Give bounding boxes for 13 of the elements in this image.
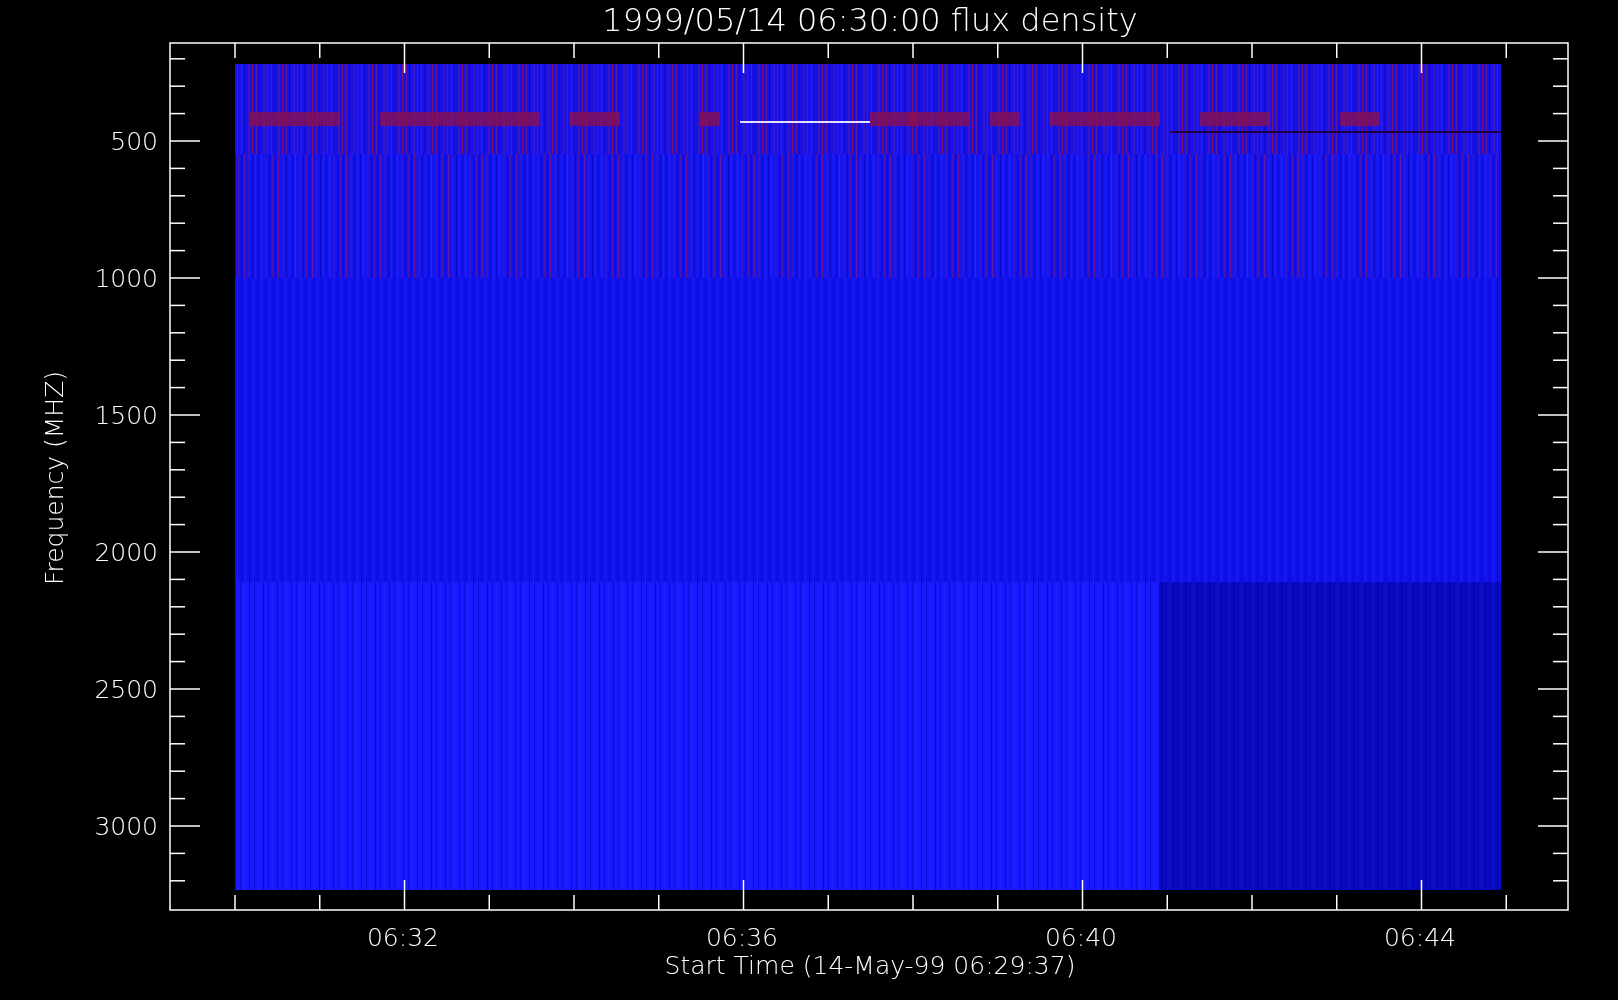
y-tick-label: 1000: [94, 264, 158, 293]
x-tick-label: 06:36: [706, 923, 778, 952]
plot-title: 1999/05/14 06:30:00 flux density: [602, 1, 1138, 39]
x-tick-label: 06:32: [367, 923, 439, 952]
y-tick-label: 2000: [94, 538, 158, 567]
y-tick-label: 3000: [94, 812, 158, 841]
x-axis-label: Start Time (14-May-99 06:29:37): [664, 951, 1076, 980]
x-tick-label: 06:44: [1384, 923, 1456, 952]
y-axis-label: Frequency (MHZ): [40, 370, 69, 586]
x-tick-label: 06:40: [1045, 923, 1117, 952]
y-tick-label: 2500: [94, 675, 158, 704]
y-tick-label: 1500: [94, 401, 158, 430]
y-tick-label: 500: [110, 127, 158, 156]
